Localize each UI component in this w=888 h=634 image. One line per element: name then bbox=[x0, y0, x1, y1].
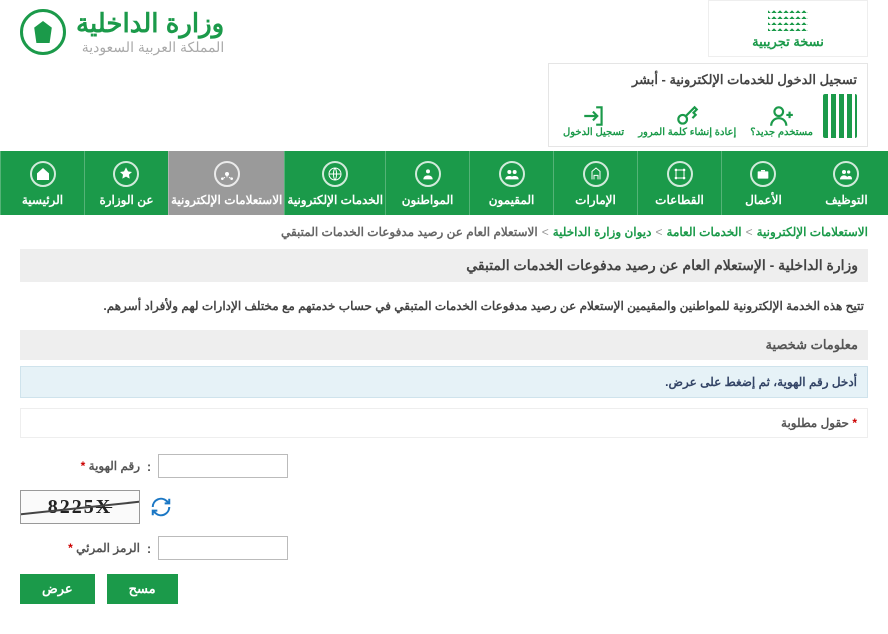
nav-item-1[interactable]: عن الوزارة bbox=[84, 151, 168, 215]
nav-icon bbox=[214, 161, 240, 187]
absher-title: تسجيل الدخول للخدمات الإلكترونية - أبشر bbox=[559, 70, 857, 94]
nav-item-7[interactable]: القطاعات bbox=[637, 151, 721, 215]
absher-new-user-link[interactable]: مستخدم جديد؟ bbox=[746, 103, 817, 138]
user-plus-icon bbox=[769, 103, 795, 125]
breadcrumb-link[interactable]: ديوان وزارة الداخلية bbox=[553, 225, 652, 239]
key-reset-icon bbox=[674, 103, 700, 125]
nav-item-0[interactable]: الرئيسية bbox=[0, 151, 84, 215]
nav-item-5[interactable]: المقيمون bbox=[469, 151, 553, 215]
nav-icon bbox=[499, 161, 525, 187]
banner-dots-icon bbox=[768, 7, 808, 31]
absher-login-box: تسجيل الدخول للخدمات الإلكترونية - أبشر … bbox=[548, 63, 868, 147]
nav-item-2[interactable]: الاستعلامات الإلكترونية bbox=[168, 151, 284, 215]
absher-logo-icon bbox=[823, 94, 857, 138]
nav-item-9[interactable]: التوظيف bbox=[805, 151, 888, 215]
page-description: تتيح هذه الخدمة الإلكترونية للمواطنين وا… bbox=[20, 282, 868, 330]
id-number-label: رقم الهوية * bbox=[20, 459, 140, 473]
absher-login-link[interactable]: تسجيل الدخول bbox=[559, 103, 628, 138]
nav-item-8[interactable]: الأعمال bbox=[721, 151, 805, 215]
captcha-input[interactable] bbox=[158, 536, 288, 560]
main-nav: الرئيسيةعن الوزارةالاستعلامات الإلكتروني… bbox=[0, 151, 888, 215]
nav-icon bbox=[750, 161, 776, 187]
captcha-label: الرمز المرئي * bbox=[20, 541, 140, 555]
brand-subtitle: المملكة العربية السعودية bbox=[76, 39, 224, 56]
submit-button[interactable]: عرض bbox=[20, 574, 95, 604]
nav-icon bbox=[583, 161, 609, 187]
section-header-personal-info: معلومات شخصية bbox=[20, 330, 868, 360]
captcha-refresh-icon[interactable] bbox=[150, 496, 172, 518]
required-fields-note: * حقول مطلوبة bbox=[20, 408, 868, 438]
form-hint: أدخل رقم الهوية، ثم إضغط على عرض. bbox=[20, 366, 868, 398]
breadcrumb-link[interactable]: الاستعلامات الإلكترونية bbox=[757, 225, 868, 239]
nav-icon bbox=[322, 161, 348, 187]
absher-reset-password-link[interactable]: إعادة إنشاء كلمة المرور bbox=[634, 103, 740, 138]
nav-item-6[interactable]: الإمارات bbox=[553, 151, 637, 215]
breadcrumb-current: الاستعلام العام عن رصيد مدفوعات الخدمات … bbox=[281, 225, 538, 239]
captcha-image: X8225 bbox=[20, 490, 140, 524]
page-title: وزارة الداخلية - الإستعلام العام عن رصيد… bbox=[20, 249, 868, 282]
moi-seal-icon bbox=[20, 9, 66, 55]
breadcrumb-link[interactable]: الخدمات العامة bbox=[667, 225, 742, 239]
brand-title: وزارة الداخلية bbox=[76, 8, 224, 39]
nav-icon bbox=[30, 161, 56, 187]
login-icon bbox=[581, 103, 607, 125]
banner-subtitle: نسخة تجريبية bbox=[719, 34, 857, 50]
brand-block: وزارة الداخلية المملكة العربية السعودية bbox=[20, 0, 224, 64]
nav-item-3[interactable]: الخدمات الإلكترونية bbox=[284, 151, 385, 215]
nav-icon bbox=[667, 161, 693, 187]
nav-item-4[interactable]: المواطنون bbox=[385, 151, 469, 215]
breadcrumb: الاستعلامات الإلكترونية>الخدمات العامة>د… bbox=[0, 215, 888, 249]
portal-banner: نسخة تجريبية bbox=[708, 0, 868, 57]
nav-icon bbox=[415, 161, 441, 187]
id-number-input[interactable] bbox=[158, 454, 288, 478]
clear-button[interactable]: مسح bbox=[107, 574, 178, 604]
nav-icon bbox=[113, 161, 139, 187]
nav-icon bbox=[833, 161, 859, 187]
